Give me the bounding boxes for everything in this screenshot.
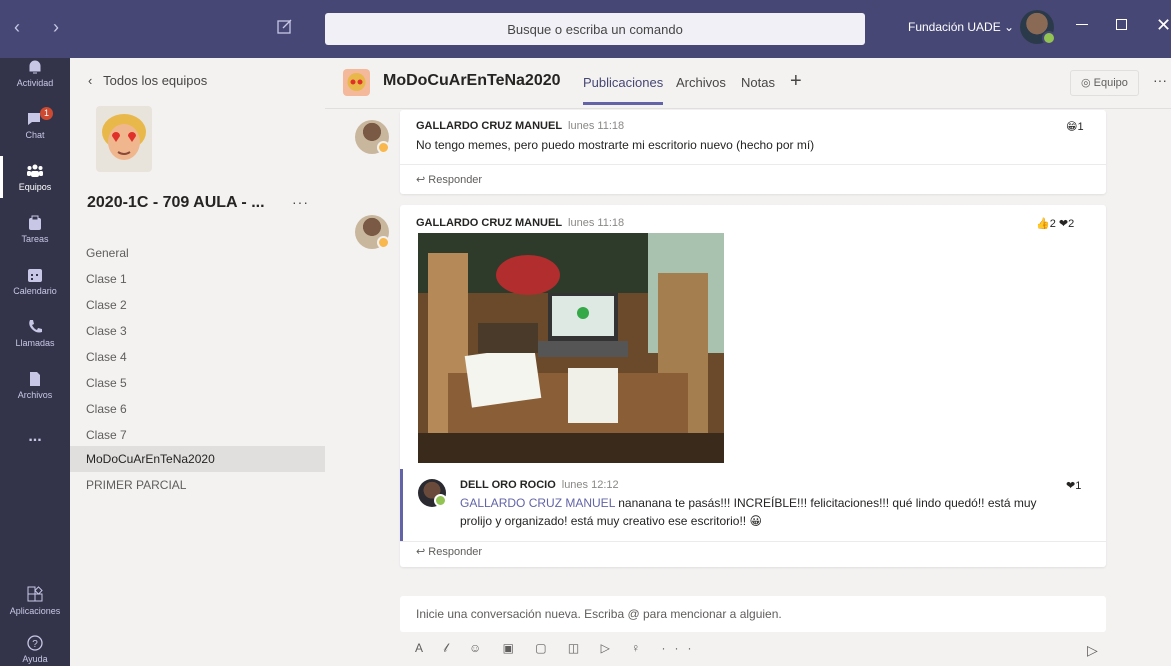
back-to-teams[interactable]: ‹ Todos los equipos [88,73,207,88]
message-author: GALLARDO CRUZ MANUEL lunes 11:18 [416,120,625,132]
reply-text: GALLARDO CRUZ MANUEL nananana te pasás!!… [460,496,1037,528]
team-avatar [96,106,152,172]
phone-icon [29,320,42,333]
reaction-laugh[interactable]: 😁1 [1066,120,1084,133]
org-switcher[interactable]: Fundación UADE ⌄ [908,20,1014,34]
message-author: GALLARDO CRUZ MANUEL lunes 11:18 [416,217,625,229]
author-avatar[interactable] [355,120,390,154]
search-box[interactable]: Busque o escriba un comando [325,13,865,45]
presence-icon [377,141,390,154]
divider [400,541,1106,542]
reply-button[interactable]: ↩ Responder [416,173,482,186]
channel-clase-4[interactable]: Clase 4 [70,344,325,370]
channel-clase-7[interactable]: Clase 7 [70,422,325,448]
apps-icon [27,586,43,602]
rail-help[interactable]: ? Ayuda [0,634,70,664]
bell-icon [29,60,41,74]
rail-activity[interactable]: Actividad [0,58,70,88]
presence-icon [1042,31,1056,45]
user-avatar[interactable] [1020,10,1056,45]
channel-clase-2[interactable]: Clase 2 [70,292,325,318]
reply-author: DELL ORO ROCIO lunes 12:12 [460,479,619,491]
channel-clase-1[interactable]: Clase 1 [70,266,325,292]
presence-icon [377,236,390,249]
channel-clase-6[interactable]: Clase 6 [70,396,325,422]
message-text: No tengo memes, pero puedo mostrarte mi … [416,138,815,152]
calendar-icon [28,269,42,282]
header-more-button[interactable]: ··· [1153,72,1167,88]
chat-badge: 1 [40,107,53,120]
desk-photo[interactable] [418,233,724,463]
compose-toolbar[interactable]: A 𝓁 ☺ ▣ ▢ ◫ ▷ ♀ ··· [415,641,700,656]
channel-clase-5[interactable]: Clase 5 [70,370,325,396]
tab-publicaciones[interactable]: Publicaciones [583,75,664,105]
presence-icon [434,494,447,507]
team-button[interactable]: ◎ Equipo [1070,70,1139,96]
channel-primer-parcial[interactable]: PRIMER PARCIAL [70,472,325,498]
team-name: 2020-1C - 709 AULA - ... [87,194,265,211]
rail-calendar[interactable]: Calendario [0,266,70,296]
maximize-icon[interactable] [1116,19,1127,30]
teams-icon [27,164,43,177]
divider [400,164,1106,165]
rail-apps[interactable]: Aplicaciones [0,586,70,616]
memoji-icon [102,114,146,160]
history-nav[interactable]: ‹ › [14,17,73,38]
rail-teams[interactable]: Equipos [0,156,70,198]
svg-text:?: ? [32,639,38,650]
tab-notas[interactable]: Notas [741,75,775,90]
author-avatar[interactable] [355,215,390,249]
reactions[interactable]: 👍2 ❤2 [1036,217,1074,230]
channel-modocuarentena[interactable]: MoDoCuArEnTeNa2020 [70,446,325,472]
mention[interactable]: GALLARDO CRUZ MANUEL [460,496,615,510]
title-bar: ‹ › Busque o escriba un comando Fundació… [0,0,1171,58]
rail-assignments[interactable]: Tareas [0,214,70,244]
team-more-button[interactable]: ··· [292,194,309,210]
rail-chat[interactable]: 1 Chat [0,107,70,140]
send-icon[interactable]: ▷ [1087,642,1098,659]
reply-button[interactable]: ↩ Responder [416,545,482,558]
new-conversation-input[interactable]: Inicie una conversación nueva. Escriba @… [400,596,1106,632]
assignments-icon [29,215,41,230]
reply-reaction[interactable]: ❤1 [1066,479,1081,492]
team-panel: ‹ Todos los equipos 2020-1C - 709 AULA -… [70,58,325,666]
app-rail: Actividad 1 Chat Equipos Tareas Calendar… [0,58,70,666]
close-icon[interactable]: ✕ [1156,15,1171,36]
tab-archivos[interactable]: Archivos [676,75,726,90]
channel-general[interactable]: General [70,240,325,266]
channel-title: MoDoCuArEnTeNa2020 [383,72,561,89]
channel-clase-3[interactable]: Clase 3 [70,318,325,344]
rail-files[interactable]: Archivos [0,370,70,400]
more-icon: ... [28,428,42,445]
help-icon: ? [27,635,43,651]
minimize-icon[interactable] [1076,24,1088,25]
rail-calls[interactable]: Llamadas [0,318,70,348]
message-card: GALLARDO CRUZ MANUEL lunes 11:18 👍2 ❤2 DE… [400,205,1106,567]
reply-author-avatar[interactable] [418,479,447,507]
thread-bar [400,469,403,541]
new-chat-icon[interactable] [276,17,294,35]
channel-avatar [343,69,370,96]
channel-header: MoDoCuArEnTeNa2020 Publicaciones Archivo… [325,58,1171,109]
add-tab-button[interactable]: + [790,70,802,93]
message-card: GALLARDO CRUZ MANUEL lunes 11:18 No tengo… [400,110,1106,194]
files-icon [30,372,40,386]
rail-more[interactable]: ... [0,428,70,446]
